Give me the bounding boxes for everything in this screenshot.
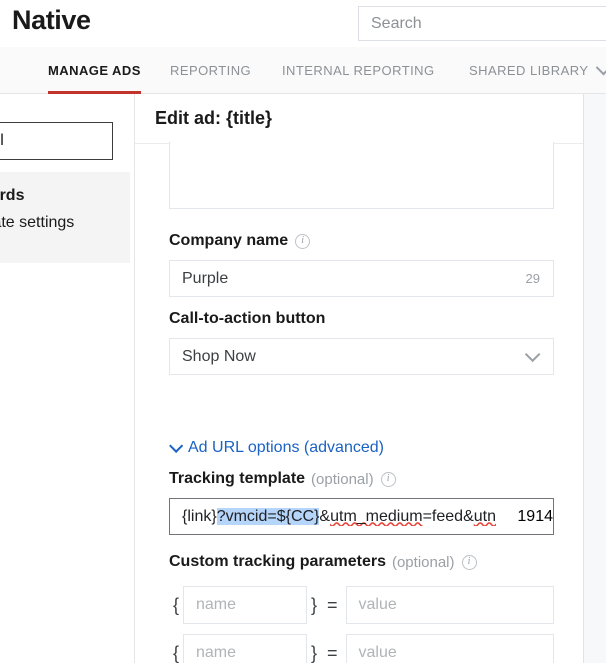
cta-select[interactable]: Shop Now bbox=[169, 338, 554, 375]
tab-manage-ads[interactable]: MANAGE ADS bbox=[48, 47, 141, 94]
tracking-value-mid2: =feed& bbox=[422, 507, 474, 525]
cta-value: Shop Now bbox=[182, 347, 256, 365]
app-root: Native Search S MANAGE ADS REPORTING INT… bbox=[0, 0, 606, 663]
tracking-template-value: {link}?vmcid=${CC}&utm_medium=feed&utn bbox=[170, 507, 517, 526]
label-text: Company name bbox=[169, 232, 289, 249]
search-input[interactable]: Search bbox=[358, 6, 606, 41]
close-brace: } bbox=[310, 642, 317, 663]
chevron-down-icon bbox=[169, 438, 184, 453]
main-panel: Edit ad: {title} Company name i Purple 2… bbox=[135, 94, 583, 663]
company-name-label: Company name i bbox=[169, 232, 311, 250]
label-text: Custom tracking parameters bbox=[169, 553, 386, 570]
param-name-input[interactable]: name bbox=[183, 634, 307, 663]
page-title: Edit ad: {title} bbox=[155, 108, 273, 128]
param-value-input[interactable]: value bbox=[345, 586, 554, 624]
info-icon[interactable]: i bbox=[461, 554, 477, 570]
equals-sign: = bbox=[327, 594, 338, 615]
sidebar-item-label: Keywords bbox=[0, 187, 25, 204]
info-icon[interactable]: i bbox=[295, 233, 311, 249]
tracking-value-misspelled-1: utm_medium bbox=[330, 507, 423, 525]
ad-url-options-toggle[interactable]: Ad URL options (advanced) bbox=[169, 438, 384, 457]
ad-url-options-label: Ad URL options (advanced) bbox=[188, 439, 384, 456]
right-gutter bbox=[583, 94, 606, 663]
description-textarea[interactable] bbox=[169, 142, 554, 209]
param-value-input[interactable]: value bbox=[345, 634, 554, 663]
sidebar-item-keywords[interactable]: Keywords bbox=[0, 187, 24, 205]
cta-label: Call-to-action button bbox=[169, 310, 325, 328]
optional-tag: (optional) bbox=[391, 553, 455, 571]
primary-tab-bar: S MANAGE ADS REPORTING INTERNAL REPORTIN… bbox=[0, 47, 606, 94]
company-name-value: Purple bbox=[182, 269, 229, 287]
tracking-template-counter: 1914 bbox=[517, 507, 553, 525]
param-name-input[interactable]: name bbox=[183, 586, 307, 624]
equals-sign: = bbox=[327, 642, 338, 663]
tab-label: MANAGE ADS bbox=[48, 63, 141, 78]
param-name-placeholder: name bbox=[196, 596, 237, 613]
custom-tracking-label: Custom tracking parameters (optional) i bbox=[169, 553, 477, 571]
tracking-value-selection: ?vmcid=${CC} bbox=[216, 507, 320, 525]
label-text: Call-to-action button bbox=[169, 310, 326, 327]
sidebar-item-duplicate-settings[interactable]: Duplicate settings bbox=[0, 214, 74, 232]
label-text: Tracking template bbox=[169, 470, 306, 487]
chevron-down-icon bbox=[524, 346, 541, 363]
custom-param-row: { name } = value bbox=[169, 634, 554, 663]
optional-tag: (optional) bbox=[311, 470, 374, 488]
left-sidebar: Cancel Keywords Duplicate settings bbox=[0, 94, 135, 663]
tab-reporting[interactable]: REPORTING bbox=[170, 47, 251, 94]
chevron-down-icon bbox=[595, 59, 606, 76]
cancel-button[interactable]: Cancel bbox=[0, 122, 113, 160]
main-panel-header: Edit ad: {title} bbox=[135, 94, 583, 144]
cancel-button-label: Cancel bbox=[0, 132, 4, 149]
open-brace: { bbox=[172, 642, 179, 663]
search-placeholder: Search bbox=[371, 15, 422, 32]
top-bar: Native Search bbox=[0, 0, 606, 47]
param-value-placeholder: value bbox=[358, 644, 397, 661]
tab-internal-reporting[interactable]: INTERNAL REPORTING bbox=[282, 47, 435, 94]
param-name-placeholder: name bbox=[196, 644, 237, 661]
tab-label: INTERNAL REPORTING bbox=[282, 63, 435, 78]
param-value-placeholder: value bbox=[358, 596, 397, 613]
info-icon[interactable]: i bbox=[380, 471, 396, 487]
tab-label: SHARED LIBRARY bbox=[469, 63, 589, 78]
tracking-template-input[interactable]: {link}?vmcid=${CC}&utm_medium=feed&utn 1… bbox=[169, 498, 554, 535]
custom-param-row: { name } = value bbox=[169, 586, 554, 624]
company-name-counter: 29 bbox=[525, 271, 540, 286]
tab-shared-library[interactable]: SHARED LIBRARY bbox=[469, 47, 606, 94]
open-brace: { bbox=[172, 594, 179, 615]
tracking-value-mid: & bbox=[319, 507, 331, 525]
tracking-value-misspelled-2: utn bbox=[473, 507, 496, 525]
tab-label: REPORTING bbox=[170, 63, 252, 78]
tracking-value-prefix: {link} bbox=[182, 507, 217, 525]
close-brace: } bbox=[310, 594, 317, 615]
tracking-template-label: Tracking template (optional) i bbox=[169, 470, 396, 488]
sidebar-item-label: Duplicate settings bbox=[0, 214, 75, 231]
company-name-input[interactable]: Purple 29 bbox=[169, 260, 554, 297]
app-brand: Native bbox=[12, 5, 91, 35]
